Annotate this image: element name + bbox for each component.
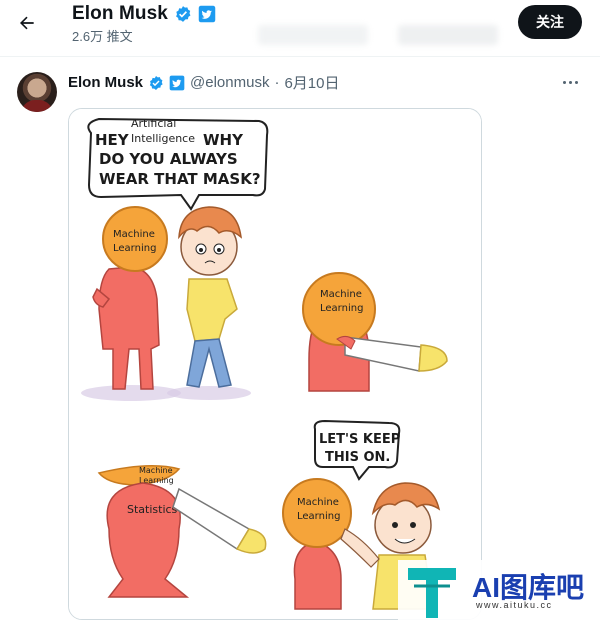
bubble1-why: WHY xyxy=(203,131,244,149)
blurred-region xyxy=(398,25,498,45)
mask-label-1-line2: Learning xyxy=(113,243,156,254)
back-button[interactable] xyxy=(12,8,42,38)
author-handle[interactable]: @elonmusk xyxy=(190,74,269,91)
blurred-region xyxy=(258,25,368,45)
mask-label-4-line2: Learning xyxy=(297,511,340,522)
tweet-date[interactable]: 6月10日 xyxy=(284,72,339,93)
bubble1-line3: WEAR THAT MASK? xyxy=(99,170,261,188)
meta-separator: · xyxy=(274,74,280,91)
mask-label-1-line1: Machine xyxy=(113,229,155,240)
watermark-url: www.aituku.cc xyxy=(476,600,553,610)
bubble2-line1: LET'S KEEP xyxy=(319,432,400,447)
bubble1-ai-line1: Artificial xyxy=(131,117,176,130)
twitter-blue-badge-icon xyxy=(198,5,216,23)
watermark-logo-icon xyxy=(408,568,456,618)
tweet-meta: Elon Musk @elonmusk · 6月10日 xyxy=(68,72,339,93)
comic-image: HEY Artificial Intelligence WHY DO YOU A… xyxy=(69,109,481,619)
avatar[interactable] xyxy=(17,72,57,112)
mask-label-4-line1: Machine xyxy=(297,497,339,508)
divider xyxy=(0,56,600,57)
bubble1-line2: DO YOU ALWAYS xyxy=(99,150,238,168)
verified-badge-icon xyxy=(176,6,191,22)
mask-label-2-line2: Learning xyxy=(320,303,363,314)
twitter-blue-badge-icon xyxy=(169,75,185,90)
arrow-left-icon xyxy=(20,16,34,30)
more-icon[interactable] xyxy=(558,72,582,92)
statistics-label: Statistics xyxy=(127,503,178,516)
author-name[interactable]: Elon Musk xyxy=(68,74,143,91)
tweet-media-image[interactable]: HEY Artificial Intelligence WHY DO YOU A… xyxy=(68,108,482,620)
follow-button[interactable]: 关注 xyxy=(518,5,582,39)
verified-badge-icon xyxy=(149,75,163,90)
top-bar: Elon Musk 2.6万 推文 关注 xyxy=(0,0,600,56)
mask-label-3-line1: Machine xyxy=(139,466,173,475)
bubble1-ai-line2: Intelligence xyxy=(131,132,195,145)
mask-label-2-line1: Machine xyxy=(320,289,362,300)
profile-header-title: Elon Musk xyxy=(72,3,216,25)
profile-name: Elon Musk xyxy=(72,3,168,24)
bubble1-hey: HEY xyxy=(95,131,130,149)
bubble2-line2: THIS ON. xyxy=(325,450,390,465)
tweet-count: 2.6万 推文 xyxy=(72,29,133,44)
